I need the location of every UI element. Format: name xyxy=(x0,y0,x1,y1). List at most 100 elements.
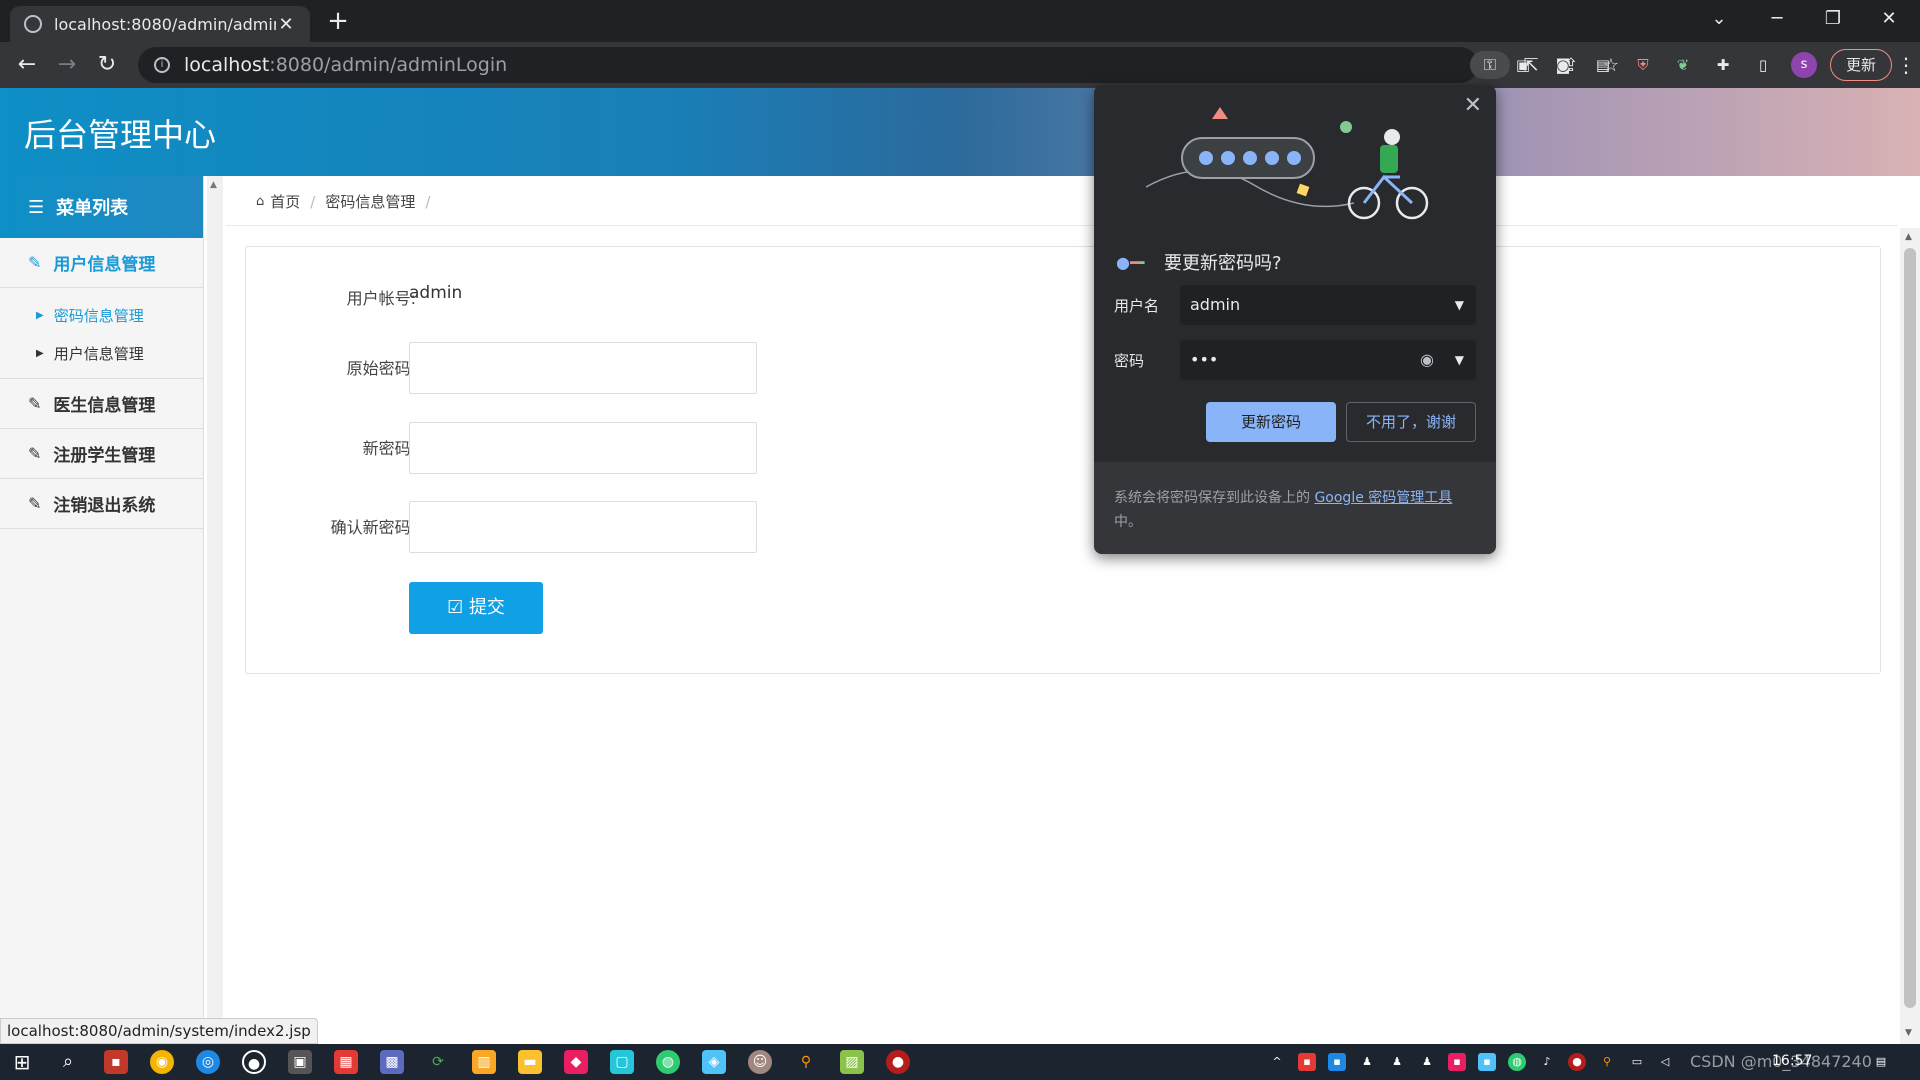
edit-icon: ✎ xyxy=(28,494,42,513)
password-field[interactable]: ••• ◉ ▼ xyxy=(1180,340,1476,380)
restore-button[interactable]: ❐ xyxy=(1810,0,1856,38)
tray-app-icon[interactable]: ▪ xyxy=(1298,1053,1316,1071)
info-icon[interactable]: i xyxy=(154,57,170,73)
tray-qq-icon[interactable]: ♟ xyxy=(1388,1053,1406,1071)
confirm-password-input[interactable] xyxy=(409,501,757,553)
folder-icon[interactable]: ▬ xyxy=(518,1050,542,1074)
menu-dots-icon[interactable]: ⋮ xyxy=(1896,52,1916,78)
popup-footer: 系统会将密码保存到此设备上的 Google 密码管理工具中。 xyxy=(1094,462,1496,554)
extensions-puzzle-icon[interactable]: ✚ xyxy=(1710,52,1736,78)
google-key-icon: ●━╸ xyxy=(1116,253,1150,272)
app-title: 后台管理中心 xyxy=(24,116,217,154)
scroll-up-icon[interactable]: ▲ xyxy=(1905,232,1912,242)
sidebar-subitem-password[interactable]: ▶ 密码信息管理 xyxy=(36,296,203,334)
extension-camera-icon[interactable]: ◙ xyxy=(1550,52,1576,78)
files-icon[interactable]: ▥ xyxy=(472,1050,496,1074)
tab-title: localhost:8080/admin/adminL xyxy=(54,14,276,34)
app-pink-icon[interactable]: ◆ xyxy=(564,1050,588,1074)
tray-app-icon[interactable]: ▪ xyxy=(1328,1053,1346,1071)
submit-button[interactable]: ☑ 提交 xyxy=(409,582,543,634)
tab-search-icon[interactable]: ⌄ xyxy=(1696,0,1742,38)
tray-qq-icon[interactable]: ♟ xyxy=(1358,1053,1376,1071)
tab-close-icon[interactable]: ✕ xyxy=(276,14,296,35)
tray-expand-icon[interactable]: ^ xyxy=(1268,1053,1286,1071)
minimize-button[interactable]: ─ xyxy=(1754,0,1800,38)
browser-tabbar: localhost:8080/admin/adminL ✕ + ⌄ ─ ❐ ✕ xyxy=(0,0,1920,42)
sync-icon[interactable]: ⟳ xyxy=(426,1050,450,1074)
extension-translate-icon[interactable]: ▣ xyxy=(1510,52,1536,78)
tray-mic-icon[interactable]: ♪ xyxy=(1538,1053,1556,1071)
image-viewer-icon[interactable]: ▨ xyxy=(840,1050,864,1074)
menu-header-label: 菜单列表 xyxy=(56,198,129,219)
record-icon[interactable]: ● xyxy=(242,1050,266,1074)
taskbar-clock[interactable]: 16:57 xyxy=(1772,1053,1812,1069)
tray-record-icon[interactable]: ● xyxy=(1568,1053,1586,1071)
update-button[interactable]: 更新 xyxy=(1830,49,1892,81)
tray-wechat-icon[interactable]: ◍ xyxy=(1508,1053,1526,1071)
wechat-icon[interactable]: ◍ xyxy=(656,1050,680,1074)
caret-right-icon: ▶ xyxy=(36,309,44,321)
sidebar-item-user-info[interactable]: ✎ 用户信息管理 xyxy=(0,238,203,288)
browser-icon[interactable]: ◎ xyxy=(196,1050,220,1074)
edit-icon: ✎ xyxy=(28,444,42,463)
screenshot-icon[interactable]: ▣ xyxy=(288,1050,312,1074)
app-avatar-icon[interactable]: ☺ xyxy=(748,1050,772,1074)
username-select[interactable]: admin ▼ xyxy=(1180,285,1476,325)
tray-search-icon[interactable]: ⚲ xyxy=(1598,1053,1616,1071)
scroll-down-icon[interactable]: ▼ xyxy=(1905,1028,1912,1038)
chrome-icon[interactable]: ◉ xyxy=(150,1050,174,1074)
breadcrumb-home[interactable]: 首页 xyxy=(270,191,300,212)
address-bar[interactable]: i localhost:8080/admin/adminLogin ⚿ ⇱ ⇪ … xyxy=(138,47,1619,83)
tray-app-icon[interactable]: ▪ xyxy=(1478,1053,1496,1071)
side-panel-icon[interactable]: ▯ xyxy=(1750,52,1776,78)
dropdown-caret-icon[interactable]: ▼ xyxy=(1455,340,1464,380)
forward-arrow-icon[interactable]: → xyxy=(52,50,82,80)
app-light-blue-icon[interactable]: ◈ xyxy=(702,1050,726,1074)
account-label: 用户帐号: xyxy=(346,289,416,308)
extension-leaf-icon[interactable]: ❦ xyxy=(1670,52,1696,78)
main-scrollbar[interactable]: ▲ ▼ xyxy=(1900,228,1920,1044)
update-password-button[interactable]: 更新密码 xyxy=(1206,402,1336,442)
password-label: 密码 xyxy=(1114,352,1145,370)
url-text: localhost:8080/admin/adminLogin xyxy=(184,54,508,76)
app-idea-icon[interactable]: ▪ xyxy=(104,1050,128,1074)
password-manager-link[interactable]: Google 密码管理工具 xyxy=(1314,490,1452,506)
breadcrumb-current[interactable]: 密码信息管理 xyxy=(325,191,415,212)
eye-icon[interactable]: ◉ xyxy=(1420,340,1434,380)
profile-avatar[interactable]: s xyxy=(1791,52,1817,78)
extension-image-icon[interactable]: ▤ xyxy=(1590,52,1616,78)
sidebar-item-students[interactable]: ✎ 注册学生管理 xyxy=(0,429,203,479)
scroll-up-icon[interactable]: ▲ xyxy=(210,180,217,190)
windows-start-icon[interactable]: ⊞ xyxy=(10,1050,34,1074)
sidebar-item-doctor[interactable]: ✎ 医生信息管理 xyxy=(0,379,203,429)
app-blue-icon[interactable]: ▩ xyxy=(380,1050,404,1074)
app-red-icon[interactable]: ▦ xyxy=(334,1050,358,1074)
confirm-password-label: 确认新密码: xyxy=(330,518,416,537)
reload-icon[interactable]: ↻ xyxy=(92,50,122,80)
scrollbar-thumb[interactable] xyxy=(1904,248,1916,1008)
tray-qq-icon[interactable]: ♟ xyxy=(1418,1053,1436,1071)
recorder-icon[interactable]: ● xyxy=(886,1050,910,1074)
notification-icon[interactable]: ▤ xyxy=(1872,1053,1890,1071)
new-password-input[interactable] xyxy=(409,422,757,474)
browser-tab[interactable]: localhost:8080/admin/adminL ✕ xyxy=(10,6,310,42)
sidebar-scrollbar[interactable]: ▲ xyxy=(207,176,223,1044)
password-value: ••• xyxy=(1190,350,1219,369)
old-password-input[interactable] xyxy=(409,342,757,394)
breadcrumb-separator: / xyxy=(310,192,316,211)
app-cyan-icon[interactable]: ▢ xyxy=(610,1050,634,1074)
extension-shield-icon[interactable]: ⛨ xyxy=(1630,52,1656,78)
search-icon[interactable]: ⌕ xyxy=(56,1050,80,1074)
close-window-button[interactable]: ✕ xyxy=(1866,0,1912,38)
tray-volume-icon[interactable]: ◁ xyxy=(1656,1053,1674,1071)
sidebar-item-logout[interactable]: ✎ 注销退出系统 xyxy=(0,479,203,529)
tray-app-icon[interactable]: ▪ xyxy=(1448,1053,1466,1071)
new-tab-button[interactable]: + xyxy=(325,8,351,34)
search-tool-icon[interactable]: ⚲ xyxy=(794,1050,818,1074)
no-thanks-button[interactable]: 不用了，谢谢 xyxy=(1346,402,1476,442)
key-icon[interactable]: ⚿ xyxy=(1470,51,1510,79)
sidebar-subitem-user[interactable]: ▶ 用户信息管理 xyxy=(36,334,203,372)
tray-network-icon[interactable]: ▭ xyxy=(1628,1053,1646,1071)
dropdown-caret-icon[interactable]: ▼ xyxy=(1455,285,1464,325)
back-arrow-icon[interactable]: ← xyxy=(12,50,42,80)
